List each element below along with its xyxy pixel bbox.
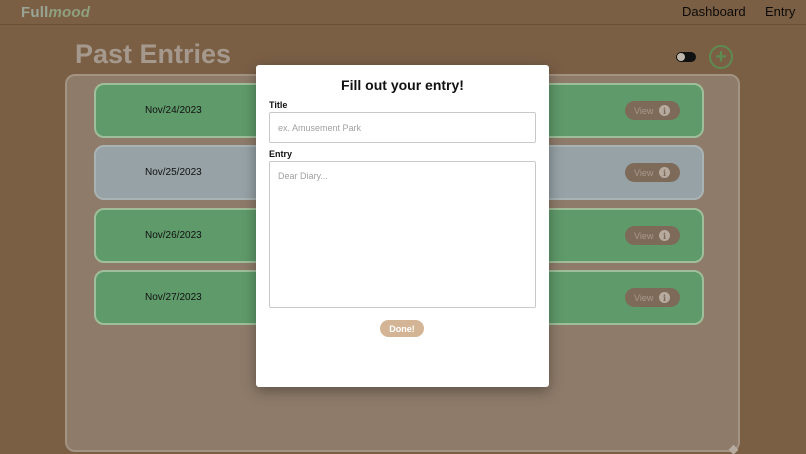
entry-field-label: Entry (269, 149, 293, 159)
info-icon: i (659, 105, 670, 116)
new-entry-modal: Fill out your entry! Title Entry Done! (256, 65, 549, 387)
resize-handle[interactable] (728, 444, 739, 454)
title-input[interactable] (269, 112, 536, 143)
add-entry-button[interactable]: + (709, 45, 733, 69)
entry-textarea[interactable] (269, 161, 536, 308)
brand-text-full: Full (21, 4, 49, 21)
entry-date: Nov/24/2023 (145, 105, 202, 116)
entry-date: Nov/26/2023 (145, 230, 202, 241)
entry-date: Nov/27/2023 (145, 292, 202, 303)
title-field-label: Title (269, 100, 288, 110)
view-button-label: View (634, 167, 654, 178)
view-button-label: View (634, 292, 654, 303)
view-entry-button[interactable]: View i (625, 163, 680, 182)
modal-title: Fill out your entry! (341, 77, 464, 93)
info-icon: i (659, 230, 670, 241)
brand-logo[interactable]: Fullmood (21, 4, 90, 21)
info-icon: i (659, 167, 670, 178)
theme-toggle[interactable] (676, 52, 696, 62)
done-button[interactable]: Done! (380, 320, 424, 337)
info-icon: i (659, 292, 670, 303)
entry-date: Nov/25/2023 (145, 167, 202, 178)
top-nav-bar: Fullmood Dashboard Entry (0, 0, 806, 25)
nav-link-entry[interactable]: Entry (765, 4, 795, 19)
page-title: Past Entries (75, 39, 232, 69)
view-entry-button[interactable]: View i (625, 226, 680, 245)
view-entry-button[interactable]: View i (625, 101, 680, 120)
view-button-label: View (634, 105, 654, 116)
view-entry-button[interactable]: View i (625, 288, 680, 307)
nav-link-dashboard[interactable]: Dashboard (682, 4, 746, 19)
plus-circle-icon: + (715, 46, 727, 68)
view-button-label: View (634, 230, 654, 241)
brand-text-mood: mood (48, 4, 91, 21)
